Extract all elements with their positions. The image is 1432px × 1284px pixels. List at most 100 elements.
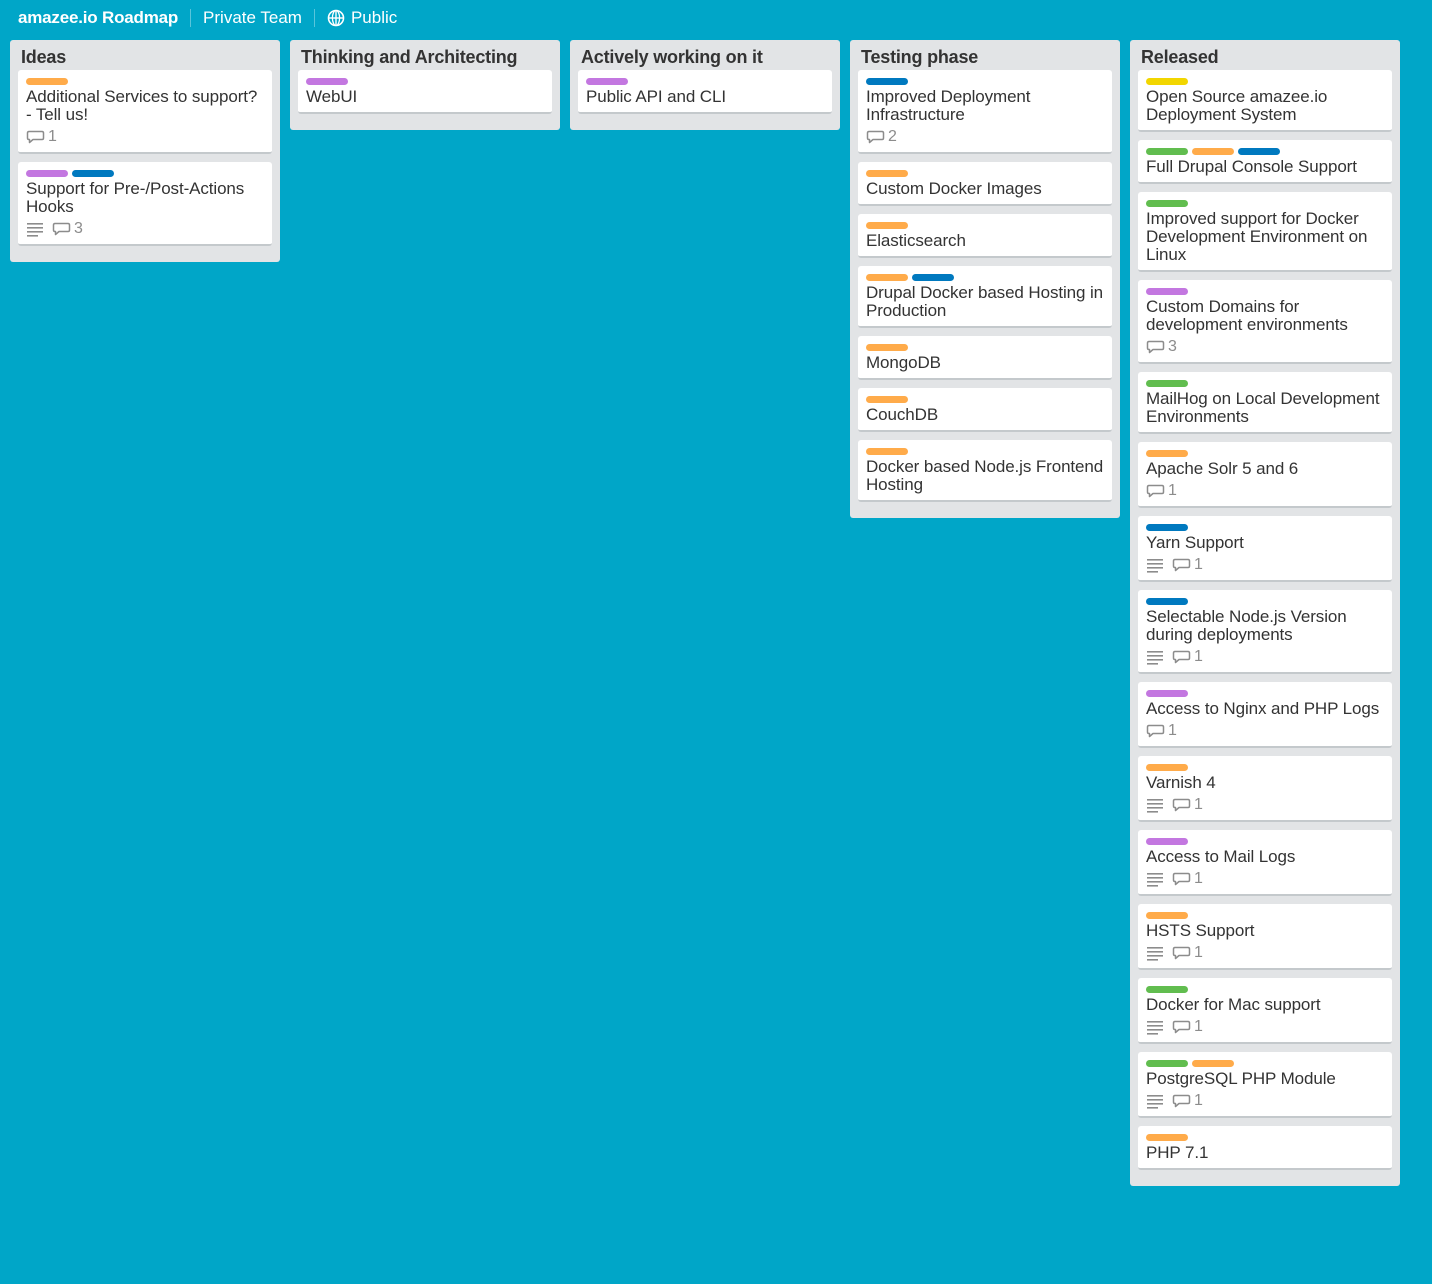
card[interactable]: Public API and CLI [578, 70, 832, 114]
comments-badge: 3 [1146, 338, 1177, 356]
card[interactable]: Selectable Node.js Version during deploy… [1138, 590, 1392, 674]
comment-icon [1172, 797, 1192, 813]
card-labels [1146, 524, 1384, 532]
header-divider [313, 9, 315, 27]
card-title: MailHog on Local Development Environment… [1146, 389, 1380, 426]
card-label-orange [866, 170, 908, 177]
card[interactable]: Apache Solr 5 and 6 1 [1138, 442, 1392, 508]
card[interactable]: Improved Deployment Infrastructure 2 [858, 70, 1112, 154]
card[interactable]: MongoDB [858, 336, 1112, 380]
comments-badge: 1 [1172, 1018, 1203, 1036]
card[interactable]: Access to Mail Logs 1 [1138, 830, 1392, 896]
description-icon [26, 221, 44, 237]
card-title: PostgreSQL PHP Module [1146, 1069, 1336, 1088]
list-title[interactable]: Thinking and Architecting [298, 40, 552, 70]
board-title[interactable]: amazee.io Roadmap [18, 8, 178, 28]
card-label-purple [1146, 690, 1188, 697]
card-label-orange [1146, 1134, 1188, 1141]
card-label-blue [1146, 598, 1188, 605]
comment-count: 1 [48, 128, 57, 145]
comments-badge: 1 [1146, 482, 1177, 500]
visibility-button[interactable]: Public [327, 8, 397, 28]
card-badges: 1 [1146, 646, 1384, 668]
globe-icon [327, 9, 345, 27]
card-badges: 1 [1146, 480, 1384, 502]
list-title[interactable]: Testing phase [858, 40, 1112, 70]
card-title: Access to Mail Logs [1146, 847, 1296, 866]
comment-count: 1 [1168, 722, 1177, 739]
card[interactable]: Support for Pre-/Post-Actions Hooks 3 [18, 162, 272, 246]
card-label-green [1146, 986, 1188, 993]
comment-icon [1172, 649, 1192, 665]
card[interactable]: WebUI [298, 70, 552, 114]
card-badges: 1 [26, 126, 264, 148]
card-label-orange [1146, 764, 1188, 771]
card-title: WebUI [306, 87, 358, 106]
card[interactable]: PHP 7.1 [1138, 1126, 1392, 1170]
card[interactable]: Open Source amazee.io Deployment System [1138, 70, 1392, 132]
description-icon [1146, 1019, 1164, 1035]
list: Ideas Additional Services to support? - T… [10, 40, 280, 262]
card-badges: 1 [1146, 1016, 1384, 1038]
card-title: Public API and CLI [586, 87, 726, 106]
card[interactable]: Additional Services to support? - Tell u… [18, 70, 272, 154]
card-title: Elasticsearch [866, 231, 966, 250]
comment-count: 1 [1194, 796, 1203, 813]
card[interactable]: HSTS Support 1 [1138, 904, 1392, 970]
comment-icon [1146, 339, 1166, 355]
card-badges: 3 [26, 218, 264, 240]
card-title: Varnish 4 [1146, 773, 1216, 792]
comment-count: 1 [1194, 944, 1203, 961]
card-label-purple [1146, 288, 1188, 295]
card-badges: 1 [1146, 554, 1384, 576]
card-labels [1146, 838, 1384, 846]
card-title: Additional Services to support? - Tell u… [26, 87, 258, 124]
card-title: Access to Nginx and PHP Logs [1146, 699, 1380, 718]
card[interactable]: Full Drupal Console Support [1138, 140, 1392, 184]
list-title[interactable]: Released [1138, 40, 1392, 70]
card[interactable]: Elasticsearch [858, 214, 1112, 258]
description-icon [1146, 1093, 1164, 1109]
list: Actively working on it Public API and CLI [570, 40, 840, 130]
card-label-orange [1146, 450, 1188, 457]
card-title: HSTS Support [1146, 921, 1255, 940]
card-labels [1146, 764, 1384, 772]
card[interactable]: Yarn Support 1 [1138, 516, 1392, 582]
card[interactable]: Varnish 4 1 [1138, 756, 1392, 822]
card[interactable]: Drupal Docker based Hosting in Productio… [858, 266, 1112, 328]
card[interactable]: PostgreSQL PHP Module 1 [1138, 1052, 1392, 1118]
card[interactable]: Improved support for Docker Development … [1138, 192, 1392, 272]
description-icon [1146, 797, 1164, 813]
card[interactable]: Docker based Node.js Frontend Hosting [858, 440, 1112, 502]
card-badges: 3 [1146, 336, 1384, 358]
comment-count: 2 [888, 128, 897, 145]
card[interactable]: Custom Docker Images [858, 162, 1112, 206]
card-title: Custom Docker Images [866, 179, 1042, 198]
list-title[interactable]: Ideas [18, 40, 272, 70]
description-icon [1146, 871, 1164, 887]
description-icon [1146, 945, 1164, 961]
team-link[interactable]: Private Team [203, 8, 302, 28]
card-title: CouchDB [866, 405, 939, 424]
comment-count: 1 [1194, 648, 1203, 665]
card-title: Docker based Node.js Frontend Hosting [866, 457, 1104, 494]
card-title: MongoDB [866, 353, 941, 372]
card[interactable]: Custom Domains for development environme… [1138, 280, 1392, 364]
card-labels [1146, 450, 1384, 458]
card-label-green [1146, 1060, 1188, 1067]
comment-icon [1146, 723, 1166, 739]
card-labels [306, 78, 544, 86]
card-label-green [1146, 200, 1188, 207]
list-title[interactable]: Actively working on it [578, 40, 832, 70]
comments-badge: 1 [1172, 556, 1203, 574]
card-labels [1146, 598, 1384, 606]
card[interactable]: Docker for Mac support 1 [1138, 978, 1392, 1044]
card-label-purple [306, 78, 348, 85]
comments-badge: 2 [866, 128, 897, 146]
comments-badge: 1 [1172, 796, 1203, 814]
card[interactable]: Access to Nginx and PHP Logs 1 [1138, 682, 1392, 748]
card[interactable]: MailHog on Local Development Environment… [1138, 372, 1392, 434]
card-label-blue [1146, 524, 1188, 531]
comment-count: 1 [1194, 556, 1203, 573]
card[interactable]: CouchDB [858, 388, 1112, 432]
